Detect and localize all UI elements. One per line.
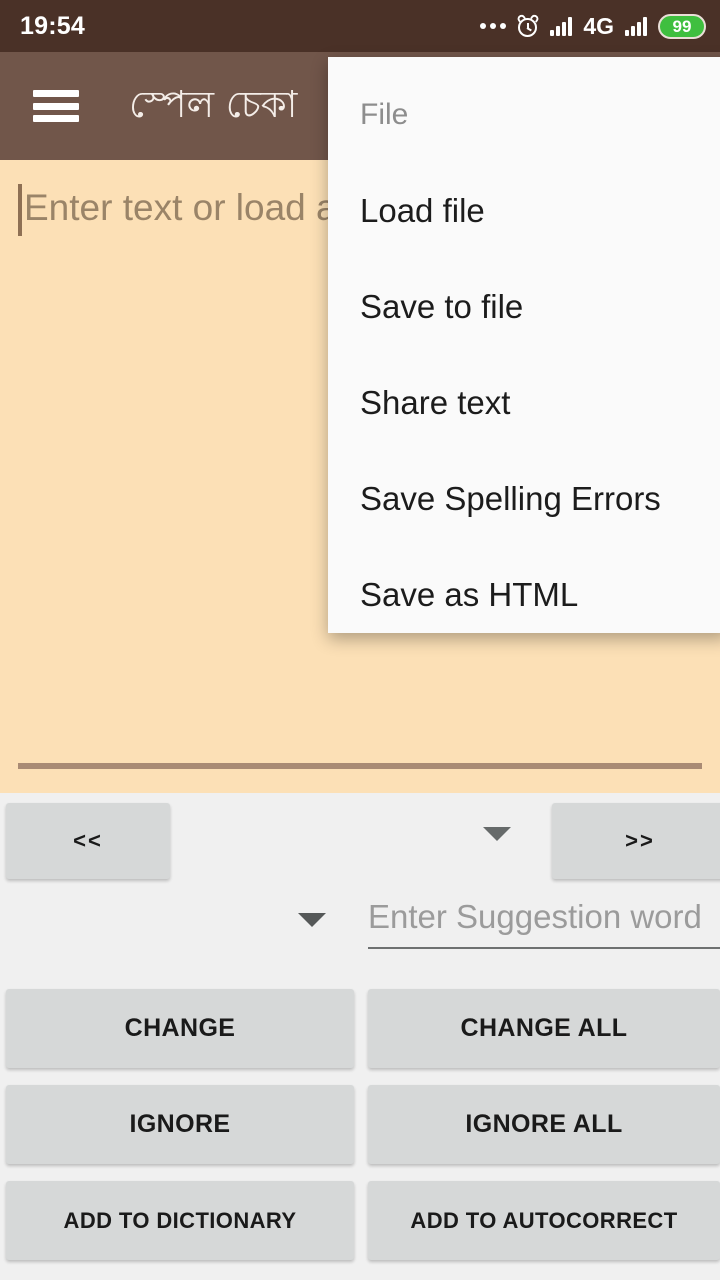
network-type-label: 4G <box>583 12 614 39</box>
ignore-button-label: IGNORE <box>129 1110 231 1138</box>
change-all-button-label: CHANGE ALL <box>460 1014 628 1042</box>
editor-divider <box>18 763 702 769</box>
menu-item-share-text[interactable]: Share text <box>328 355 720 451</box>
previous-word-label: << <box>73 828 103 853</box>
spellcheck-controls-panel: << >> CHANGE CHANGE ALL IGNORE IGNORE AL… <box>0 793 720 1280</box>
file-menu-header: File <box>360 98 409 131</box>
menu-item-save-spelling-errors[interactable]: Save Spelling Errors <box>328 451 720 547</box>
suggestion-row <box>0 881 720 985</box>
status-clock: 19:54 <box>20 11 85 40</box>
hamburger-menu-icon[interactable] <box>33 90 79 122</box>
action-row-ignore: IGNORE IGNORE ALL <box>0 1081 720 1177</box>
add-to-autocorrect-button[interactable]: ADD TO AUTOCORRECT <box>368 1181 720 1260</box>
menu-item-load-file[interactable]: Load file <box>328 163 720 259</box>
signal-bars-icon-secondary <box>625 16 647 36</box>
next-word-label: >> <box>625 828 655 853</box>
editor-placeholder: Enter text or load a <box>24 187 337 228</box>
file-dropdown-menu: File Load file Save to file Share text S… <box>328 57 720 633</box>
suggestion-input[interactable] <box>368 887 720 949</box>
next-word-button[interactable]: >> <box>552 803 720 879</box>
signal-bars-icon <box>550 16 573 36</box>
chevron-down-icon-word[interactable] <box>483 827 511 841</box>
status-icons: 4G 99 <box>480 13 706 40</box>
text-caret <box>18 184 22 236</box>
navigation-row: << >> <box>0 793 720 881</box>
add-to-dictionary-button[interactable]: ADD TO DICTIONARY <box>6 1181 354 1260</box>
ignore-all-button-label: IGNORE ALL <box>465 1110 623 1138</box>
add-to-dictionary-label: ADD TO DICTIONARY <box>63 1207 297 1233</box>
previous-word-button[interactable]: << <box>6 803 170 879</box>
menu-item-save-to-file[interactable]: Save to file <box>328 259 720 355</box>
change-all-button[interactable]: CHANGE ALL <box>368 989 720 1068</box>
chevron-down-icon-suggestion[interactable] <box>298 913 326 927</box>
alarm-clock-icon <box>516 13 541 37</box>
change-button-label: CHANGE <box>124 1014 236 1042</box>
menu-item-save-as-html[interactable]: Save as HTML <box>328 547 720 643</box>
more-dots-icon <box>480 23 507 29</box>
change-button[interactable]: CHANGE <box>6 989 354 1068</box>
page-title: স্পেল চেকা <box>129 82 298 126</box>
status-bar: 19:54 4G 99 <box>0 0 720 52</box>
action-row-add: ADD TO DICTIONARY ADD TO AUTOCORRECT <box>0 1177 720 1273</box>
ignore-button[interactable]: IGNORE <box>6 1085 354 1164</box>
battery-level-label: 99 <box>672 16 692 36</box>
add-to-autocorrect-label: ADD TO AUTOCORRECT <box>410 1207 678 1233</box>
action-row-change: CHANGE CHANGE ALL <box>0 985 720 1081</box>
ignore-all-button[interactable]: IGNORE ALL <box>368 1085 720 1164</box>
battery-icon: 99 <box>658 13 706 39</box>
